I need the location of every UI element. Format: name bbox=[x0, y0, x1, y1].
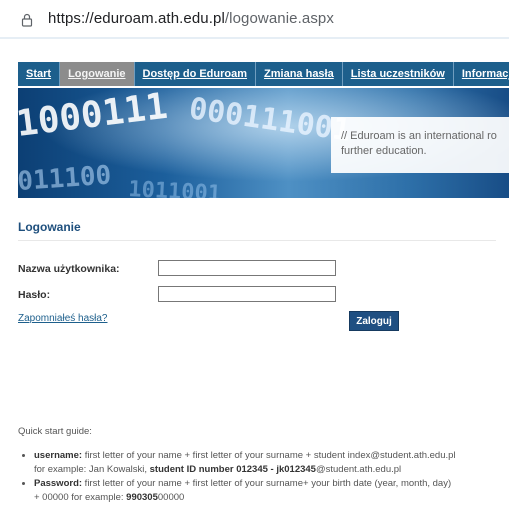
guide-username-ex-prefix: for example: Jan Kowalski, bbox=[34, 464, 150, 475]
password-label: Hasło: bbox=[18, 289, 51, 301]
guide-password-ex-prefix: + 00000 for example: bbox=[34, 492, 127, 503]
url-text[interactable]: https://eduroam.ath.edu.pl/logowanie.asp… bbox=[48, 10, 334, 27]
header-banner: 1000111 000111001 011100 1011001 // Edur… bbox=[18, 88, 509, 198]
list-item: username: first letter of your name + fi… bbox=[34, 449, 509, 477]
username-input[interactable] bbox=[158, 260, 336, 276]
nav-item-lista[interactable]: Lista uczestników bbox=[343, 62, 454, 86]
banner-caption-line1: // Eduroam is an international ro bbox=[341, 130, 497, 142]
main-nav: Start Logowanie Dostęp do Eduroam Zmiana… bbox=[18, 62, 509, 86]
guide-password-desc: first letter of your name + first letter… bbox=[82, 478, 452, 489]
login-title: Logowanie bbox=[18, 220, 81, 234]
username-label: Nazwa użytkownika: bbox=[18, 263, 120, 275]
lock-icon bbox=[21, 13, 33, 27]
list-item: Password: first letter of your name + fi… bbox=[34, 477, 509, 505]
url-path: /logowanie.aspx bbox=[224, 10, 334, 27]
nav-item-informacje[interactable]: Informacje o bbox=[454, 62, 509, 86]
guide-title: Quick start guide: bbox=[18, 426, 92, 437]
banner-binary-4: 1011001 bbox=[128, 177, 222, 198]
guide-username-key: username: bbox=[34, 450, 83, 461]
nav-item-logowanie[interactable]: Logowanie bbox=[60, 62, 135, 86]
nav-item-dostep[interactable]: Dostęp do Eduroam bbox=[135, 62, 257, 86]
login-button[interactable]: Zaloguj bbox=[349, 311, 399, 331]
banner-caption: // Eduroam is an international ro furthe… bbox=[341, 129, 497, 159]
guide-username-ex-suffix: @student.ath.edu.pl bbox=[315, 464, 402, 475]
guide-password-ex-suffix: 00000 bbox=[157, 492, 185, 503]
browser-address-bar[interactable]: https://eduroam.ath.edu.pl/logowanie.asp… bbox=[0, 0, 509, 36]
divider bbox=[18, 240, 496, 241]
guide-username-desc: first letter of your name + first letter… bbox=[82, 450, 456, 461]
password-input[interactable] bbox=[158, 286, 336, 302]
guide-password-key: Password: bbox=[34, 478, 83, 489]
url-host: https://eduroam.ath.edu.pl bbox=[48, 10, 225, 27]
guide-username-ex-bold: student ID number 012345 - jk012345 bbox=[149, 464, 316, 475]
guide-list: username: first letter of your name + fi… bbox=[14, 449, 509, 505]
guide-password-ex-bold: 990305 bbox=[126, 492, 158, 503]
divider bbox=[0, 37, 509, 39]
nav-item-start[interactable]: Start bbox=[18, 62, 61, 86]
nav-item-zmiana-hasla[interactable]: Zmiana hasła bbox=[256, 62, 343, 86]
banner-caption-box: // Eduroam is an international ro furthe… bbox=[331, 117, 509, 173]
banner-caption-line2: further education. bbox=[341, 145, 427, 157]
forgot-password-link[interactable]: Zapomniałeś hasła? bbox=[18, 313, 108, 324]
